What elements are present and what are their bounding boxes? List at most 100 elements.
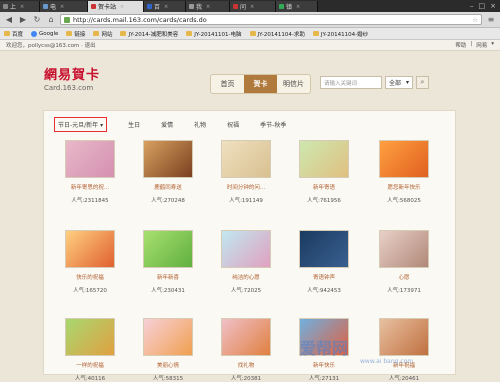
card-thumbnail[interactable] [65,230,115,268]
card-thumbnail[interactable] [299,140,349,178]
tab-close-icon[interactable]: × [120,4,124,10]
tab-label: 百 [154,4,161,11]
card-title[interactable]: 新年寄思的祝... [60,183,120,191]
card-item[interactable]: 纯洁的心愿 人气:72025 [216,230,276,294]
maximize-icon[interactable]: □ [479,2,486,10]
card-thumbnail[interactable] [221,318,271,356]
card-thumbnail[interactable] [379,318,429,356]
bookmark-item[interactable]: 链接 [66,30,85,38]
favicon-icon [279,4,284,9]
card-item[interactable]: 鹿鹤同寿送 人气:270248 [138,140,198,204]
bookmark-item[interactable]: JY-20141104-婚纱 [312,30,368,38]
card-thumbnail[interactable] [65,318,115,356]
tab-close-icon[interactable]: × [296,4,300,10]
category-tab[interactable]: 祝福 [227,120,239,129]
card-item[interactable]: 快乐的祝福 人气:165720 [60,230,120,294]
search-icon: ⌕ [420,78,425,86]
top-link[interactable]: 帮助 [455,41,466,49]
search-scope-select[interactable]: 全部 ▾ [385,76,413,89]
category-tab[interactable]: 季节-秋季 [260,120,286,129]
tab-close-icon[interactable]: × [60,4,64,10]
card-title[interactable]: 美丽心情 [138,361,198,369]
card-item[interactable]: 愿您新年快乐 人气:568025 [374,140,434,204]
card-thumbnail[interactable] [379,230,429,268]
card-item[interactable]: 新年寄语 人气:761956 [294,140,354,204]
tab-close-icon[interactable]: × [206,4,210,10]
card-item[interactable]: 时间分钟的问... 人气:191149 [216,140,276,204]
bookmark-label: JY-2014-减肥和美容 [128,31,179,38]
card-item[interactable]: 新年寄思的祝... 人气:2311845 [60,140,120,204]
card-thumbnail[interactable] [143,318,193,356]
browser-tab[interactable]: 百 × [144,1,186,12]
search-button[interactable]: ⌕ [416,76,429,89]
card-thumbnail[interactable] [221,230,271,268]
card-thumbnail[interactable] [221,140,271,178]
category-tab[interactable]: 爱情 [161,120,173,129]
card-title[interactable]: 鹿鹤同寿送 [138,183,198,191]
tab-close-icon[interactable]: × [250,4,254,10]
card-title[interactable]: 纯洁的心愿 [216,273,276,281]
bookmark-item[interactable]: JY-2014-减肥和美容 [120,30,178,38]
category-tab[interactable]: 礼物 [194,120,206,129]
card-item[interactable]: 一样的祝福 人气:40116 [60,318,120,382]
tab-label: 镇 [286,4,293,11]
tab-label: 问 [240,4,247,11]
card-title[interactable]: 找礼物 [216,361,276,369]
bookmark-item[interactable]: 网站 [93,30,112,38]
browser-tab[interactable]: 我 × [186,1,230,12]
browser-tab[interactable]: 问 × [230,1,276,12]
tab-close-icon[interactable]: × [164,4,168,10]
star-icon[interactable]: ☆ [472,16,481,24]
nav-tab[interactable]: 贺卡 [244,75,277,93]
card-thumbnail[interactable] [299,230,349,268]
card-title[interactable]: 新年寄语 [294,183,354,191]
card-title[interactable]: 新年新喜 [138,273,198,281]
card-item[interactable]: 新年新喜 人气:230431 [138,230,198,294]
browser-tab[interactable]: 上 × [0,1,40,12]
browser-tab[interactable]: 贺卡站 × [88,1,144,12]
watermark-logo: 爱帮网 [300,339,349,358]
browser-tab[interactable]: 镇 × [276,1,318,12]
close-icon[interactable]: × [490,2,496,10]
card-item[interactable]: 心愿 人气:173971 [374,230,434,294]
search-input[interactable]: 请输入关键词 [320,76,382,89]
card-thumbnail[interactable] [65,140,115,178]
bookmark-item[interactable]: 百度 [4,30,23,38]
category-tab[interactable]: 生日 [128,120,140,129]
category-tab[interactable]: 节日-元旦/新年 ▾ [54,117,108,132]
card-item[interactable]: 寄语钟声 人气:942453 [294,230,354,294]
tab-close-icon[interactable]: × [20,4,24,10]
menu-icon[interactable]: ≡ [486,15,496,25]
card-title[interactable]: 寄语钟声 [294,273,354,281]
top-link[interactable]: 网易 [476,41,487,49]
bookmark-label: 百度 [12,31,24,38]
bookmark-item[interactable]: Google [31,30,58,37]
card-thumbnail[interactable] [143,140,193,178]
nav-tab[interactable]: 首页 [211,75,244,93]
card-title[interactable]: 愿您新年快乐 [374,183,434,191]
card-item[interactable]: 美丽心情 人气:58315 [138,318,198,382]
bookmark-item[interactable]: JY-20141104-求助 [249,30,305,38]
reload-icon[interactable]: ↻ [32,15,42,25]
bookmark-label: 链接 [74,31,86,38]
card-thumbnail[interactable] [379,140,429,178]
top-link[interactable]: ▾ [491,41,494,49]
forward-icon[interactable]: ▶ [18,15,28,25]
card-title[interactable]: 新年快乐 [294,361,354,369]
minimize-icon[interactable]: – [470,2,474,10]
card-thumbnail[interactable] [143,230,193,268]
card-title[interactable]: 心愿 [374,273,434,281]
card-item[interactable]: 新年祝福 人气:20461 [374,318,434,382]
bookmark-item[interactable]: JY-20141101-电脑 [186,30,242,38]
card-title[interactable]: 快乐的祝福 [60,273,120,281]
nav-tab[interactable]: 明信片 [277,75,310,93]
browser-tab[interactable]: 电 × [40,1,88,12]
card-title[interactable]: 一样的祝福 [60,361,120,369]
card-title[interactable]: 时间分钟的问... [216,183,276,191]
card-item[interactable]: 找礼物 人气:20381 [216,318,276,382]
site-icon [64,16,70,23]
site-logo[interactable]: 網易賀卡 Card.163.com [44,64,100,92]
home-icon[interactable]: ⌂ [46,15,56,25]
address-bar[interactable]: http://cards.mail.163.com/cards/cards.do… [60,14,482,25]
back-icon[interactable]: ◀ [4,15,14,25]
